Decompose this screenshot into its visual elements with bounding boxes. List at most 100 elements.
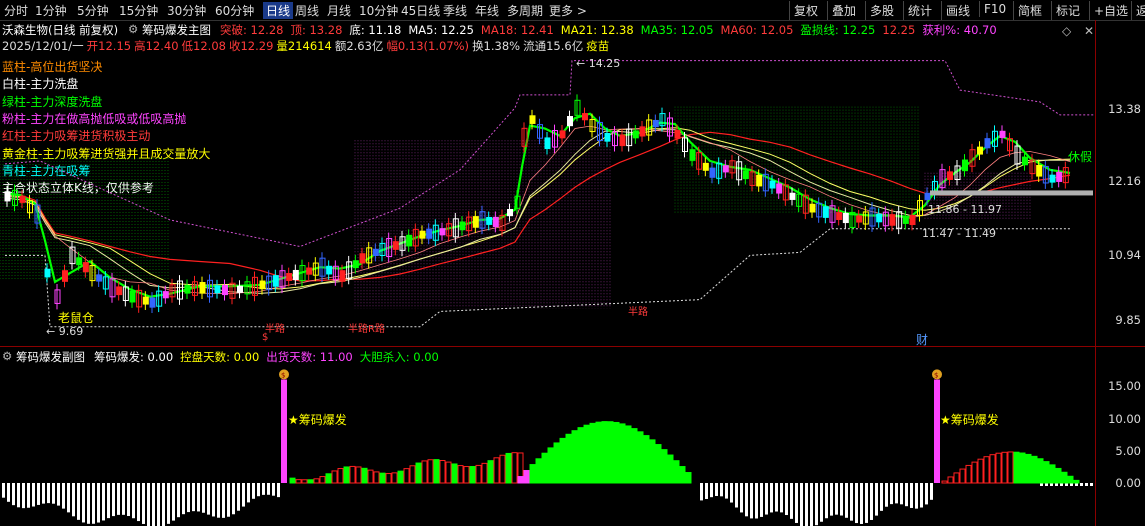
inflow-bar: [307, 479, 314, 484]
outflow-bar: [102, 483, 105, 521]
tab-12[interactable]: 年线: [475, 2, 499, 19]
outflow-bar: [197, 483, 200, 512]
outflow-bar: [820, 483, 823, 522]
tab-13[interactable]: 多周期: [507, 2, 543, 19]
inflow-bar: [511, 452, 518, 484]
main-candlestick-chart[interactable]: [0, 54, 1100, 346]
candle-body: [286, 273, 293, 281]
candle-body: [419, 230, 426, 239]
tab-11[interactable]: 季线: [443, 2, 467, 19]
indicator-name[interactable]: 筹码爆发主图: [142, 22, 211, 38]
inflow-bar: [971, 461, 978, 484]
inflow-bar: [517, 476, 524, 484]
outflow-bar: [47, 483, 50, 504]
inflow-bar: [661, 449, 668, 484]
inflow-bar: [1031, 455, 1038, 484]
candle-body: [902, 215, 909, 224]
toolbar-button-7[interactable]: 标记: [1051, 1, 1084, 20]
inflow-bar: [1061, 471, 1068, 484]
toolbar-button-0[interactable]: 复权: [789, 1, 822, 20]
outflow-bar: [900, 483, 903, 505]
outflow-bar: [277, 483, 280, 498]
price-tick-0: 13.38: [1108, 102, 1141, 116]
sub-settings-icon[interactable]: ⚙: [2, 349, 12, 363]
outflow-bar: [745, 483, 748, 517]
banlu-label-3: 半路: [628, 307, 648, 318]
tab-8[interactable]: 月线: [327, 2, 351, 19]
tab-6[interactable]: 日线: [263, 2, 294, 19]
outflow-bar: [122, 483, 125, 515]
candle-body: [259, 280, 266, 290]
inflow-bar: [667, 454, 674, 484]
outflow-bar: [52, 483, 55, 504]
candle-body: [149, 297, 156, 308]
tab-4[interactable]: 30分钟: [167, 2, 206, 19]
outflow-bar: [915, 483, 918, 509]
inflow-bar: [301, 479, 308, 484]
outflow-bar: [890, 483, 893, 505]
tab-9[interactable]: 10分钟: [359, 2, 398, 19]
param-6: MA35: 12.05: [640, 23, 714, 37]
dollar-marker: $: [262, 332, 269, 343]
inflow-bar: [577, 427, 584, 484]
candle-body: [709, 167, 716, 178]
close-icon[interactable]: ✕: [1084, 24, 1094, 38]
toolbar-button-2[interactable]: 多股: [865, 1, 898, 20]
param-4: MA18: 12.41: [480, 23, 554, 37]
inflow-bar: [559, 437, 566, 484]
candle-body: [962, 159, 968, 172]
price-tick-3: 9.85: [1115, 313, 1141, 327]
tab-3[interactable]: 15分钟: [119, 2, 158, 19]
candle-body: [702, 162, 709, 171]
inflow-bar: [571, 430, 578, 484]
inflow-bar: [433, 459, 440, 484]
toolbar-button-9[interactable]: 返回: [1131, 1, 1145, 20]
candle-body: [306, 267, 313, 275]
outflow-bar: [1090, 483, 1093, 486]
toolbar-button-1[interactable]: 叠加: [827, 1, 860, 20]
inflow-bar: [643, 435, 650, 484]
inflow-bar: [601, 421, 608, 484]
inflow-bar: [505, 452, 512, 484]
tab-2[interactable]: 5分钟: [77, 2, 109, 19]
sub-param-3: 大胆杀入: 0.00: [359, 350, 439, 364]
inflow-bar: [451, 463, 458, 484]
candle-body: [492, 216, 499, 227]
pane-divider: [0, 346, 1145, 347]
outflow-bar: [740, 483, 743, 513]
outflow-bar: [107, 483, 110, 519]
inflow-bar: [655, 444, 662, 484]
tab-5[interactable]: 60分钟: [215, 2, 254, 19]
quote-3: 低12.08: [181, 39, 226, 53]
outflow-bar: [42, 483, 45, 504]
inflow-bar: [625, 425, 632, 484]
outflow-bar: [142, 483, 145, 524]
diamond-icon[interactable]: ◇: [1062, 24, 1071, 38]
chip-burst-subchart[interactable]: $ $: [0, 366, 1100, 526]
tab-7[interactable]: 周线: [295, 2, 319, 19]
tab-1[interactable]: 1分钟: [35, 2, 67, 19]
outflow-bar: [177, 483, 180, 518]
stock-title: 沃森生物(日线 前复权): [2, 23, 119, 37]
toolbar-button-8[interactable]: +自选: [1089, 1, 1132, 20]
outflow-bar: [870, 483, 873, 520]
candle-body: [889, 214, 896, 226]
inflow-bar: [595, 421, 602, 484]
sub-indicator-title[interactable]: 筹码爆发副图: [16, 349, 85, 365]
outflow-bar: [860, 483, 863, 524]
candle-body: [822, 206, 829, 218]
tab-0[interactable]: 分时: [4, 2, 28, 19]
outflow-bar: [2, 483, 5, 498]
inflow-bar: [1055, 467, 1062, 484]
tab-14[interactable]: 更多 >: [549, 2, 587, 19]
settings-icon[interactable]: ⚙: [128, 22, 138, 36]
toolbar-button-6[interactable]: 简框: [1013, 1, 1046, 20]
tab-10[interactable]: 45日线: [401, 2, 440, 19]
outflow-bar: [725, 483, 728, 499]
candle-body: [559, 130, 566, 139]
toolbar-button-4[interactable]: 画线: [941, 1, 974, 20]
toolbar-button-5[interactable]: F10: [979, 1, 1010, 17]
inflow-bar: [619, 423, 626, 484]
inflow-bar: [523, 470, 530, 484]
toolbar-button-3[interactable]: 统计: [903, 1, 936, 20]
